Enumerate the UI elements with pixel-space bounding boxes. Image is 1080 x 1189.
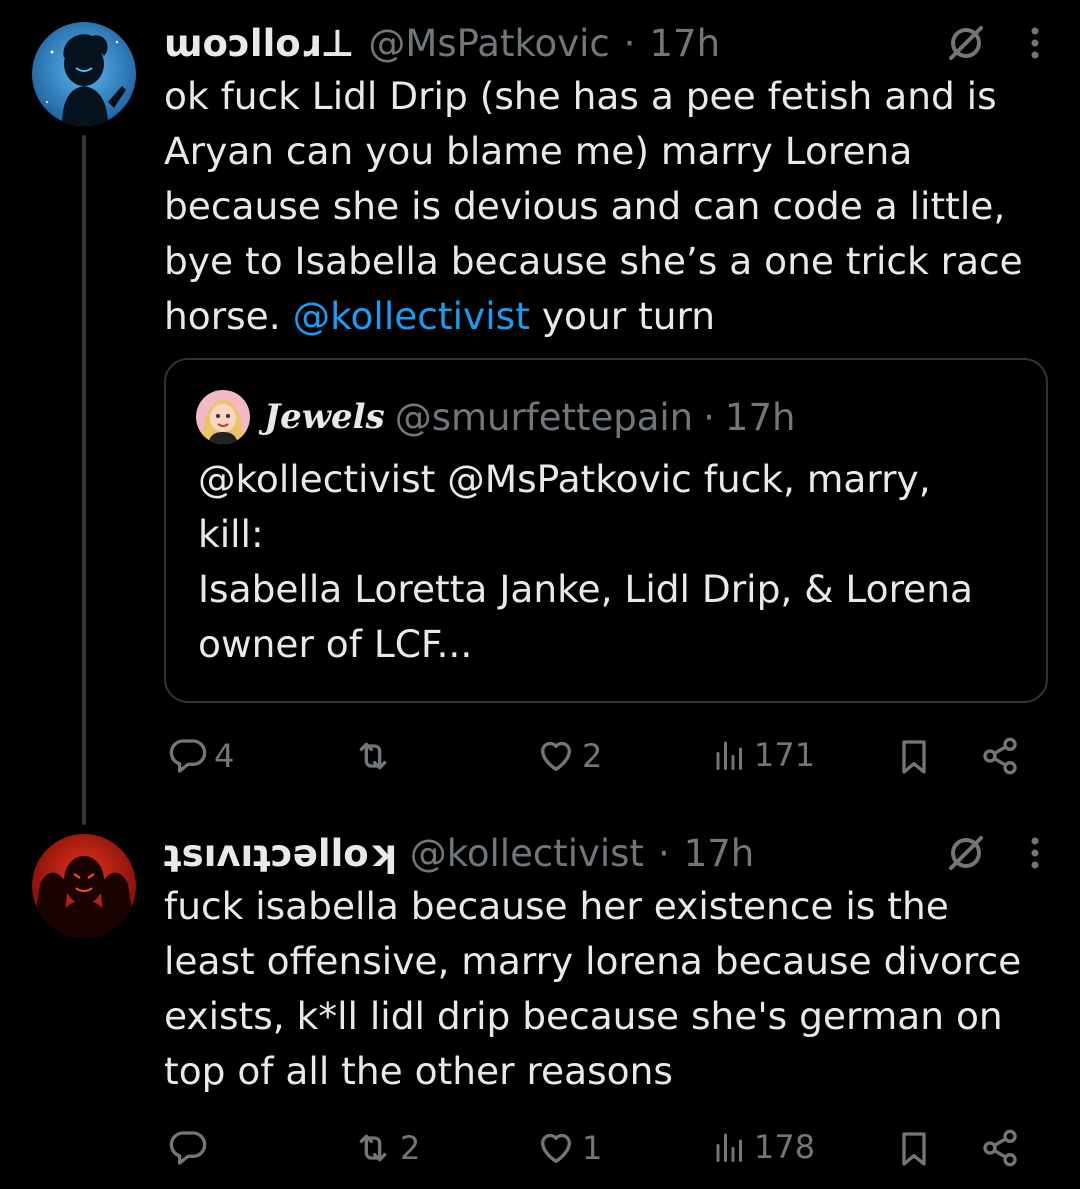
views-count: 178 [754, 1128, 816, 1166]
grok-icon[interactable] [946, 833, 986, 873]
quote-header: Jewels @smurfettepain · 17h [196, 388, 795, 446]
display-name[interactable]: ʇsıʌıʇɔǝlloʞ [164, 832, 396, 875]
conversation-thread: ɯoɔlloɹ⊥ @MsPatkovic · 17h ok fuck Lidl … [0, 0, 1080, 1189]
tweet-actions: 2 1 178 [164, 1120, 1040, 1180]
tweet-content: ɯoɔlloɹ⊥ @MsPatkovic · 17h ok fuck Lidl … [164, 18, 1040, 344]
tweet-header: ʇsıʌıʇɔǝlloʞ @kollectivist · 17h [164, 828, 1040, 878]
repost-button[interactable]: 2 [352, 1128, 420, 1168]
like-button[interactable]: 1 [536, 1128, 602, 1168]
tweet-header: ɯoɔlloɹ⊥ @MsPatkovic · 17h [164, 18, 1040, 68]
header-actions [946, 828, 1040, 878]
handle[interactable]: @kollectivist [410, 832, 644, 875]
avatar[interactable] [32, 22, 136, 126]
tweet-content: ʇsıʌıʇɔǝlloʞ @kollectivist · 17h fuck is… [164, 828, 1040, 1099]
reply-icon [168, 736, 208, 776]
separator-dot: · [623, 21, 636, 65]
repost-count: 2 [400, 1129, 421, 1167]
like-count: 2 [582, 737, 603, 775]
quoted-tweet[interactable]: Jewels @smurfettepain · 17h @kollectivis… [164, 358, 1048, 703]
tweet[interactable]: ɯoɔlloɹ⊥ @MsPatkovic · 17h ok fuck Lidl … [0, 0, 1080, 820]
header-actions [946, 18, 1040, 68]
share-icon [980, 736, 1020, 776]
timestamp[interactable]: 17h [684, 832, 755, 875]
quote-display-name[interactable]: Jewels [264, 397, 385, 437]
repost-button[interactable] [352, 736, 400, 776]
views-button[interactable]: 178 [712, 1128, 815, 1166]
views-button[interactable]: 171 [712, 736, 815, 774]
quote-handle[interactable]: @smurfettepain [395, 396, 693, 439]
share-icon [980, 1128, 1020, 1168]
tweet-actions: 4 2 171 [164, 728, 1040, 788]
reply-count: 4 [214, 737, 235, 775]
like-button[interactable]: 2 [536, 736, 602, 776]
tweet[interactable]: ʇsıʌıʇɔǝlloʞ @kollectivist · 17h fuck is… [0, 820, 1080, 1189]
avatar[interactable] [196, 390, 250, 444]
like-icon [536, 1128, 576, 1168]
views-count: 171 [754, 736, 816, 774]
tweet-text: ok fuck Lidl Drip (she has a pee fetish … [164, 69, 1040, 344]
handle[interactable]: @MsPatkovic [368, 22, 609, 65]
mention-link[interactable]: @kollectivist [293, 294, 530, 338]
avatar[interactable] [32, 834, 136, 938]
views-icon [712, 737, 748, 773]
share-button[interactable] [980, 1128, 1020, 1168]
views-icon [712, 1129, 748, 1165]
separator-dot: · [657, 831, 670, 875]
reply-icon [168, 1128, 208, 1168]
tweet-text: fuck isabella because her existence is t… [164, 884, 1022, 1093]
more-icon[interactable] [1030, 833, 1040, 873]
repost-icon [352, 736, 394, 776]
reply-button[interactable]: 4 [168, 736, 234, 776]
display-name[interactable]: ɯoɔlloɹ⊥ [164, 22, 354, 65]
bookmark-button[interactable] [894, 1128, 934, 1170]
bookmark-button[interactable] [894, 736, 934, 778]
share-button[interactable] [980, 736, 1020, 776]
timestamp[interactable]: 17h [649, 22, 720, 65]
reply-button[interactable] [168, 1128, 214, 1168]
separator-dot: · [703, 395, 715, 439]
like-count: 1 [582, 1129, 603, 1167]
grok-icon[interactable] [946, 23, 986, 63]
repost-icon [352, 1128, 394, 1168]
quote-timestamp[interactable]: 17h [725, 396, 796, 439]
bookmark-icon [894, 736, 934, 778]
more-icon[interactable] [1030, 23, 1040, 63]
like-icon [536, 736, 576, 776]
quote-text: @kollectivist @MsPatkovic fuck, marry, k… [198, 457, 973, 666]
bookmark-icon [894, 1128, 934, 1170]
tweet-text-part: your turn [529, 294, 716, 338]
